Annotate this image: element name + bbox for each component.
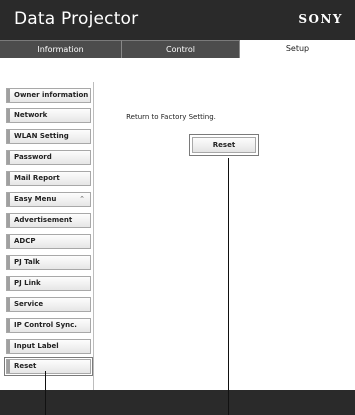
factory-setting-text: Return to Factory Setting.: [126, 113, 216, 121]
sidebar-item-adcp[interactable]: ADCP: [6, 234, 91, 249]
sidebar-item-ip-control-sync[interactable]: IP Control Sync.: [6, 318, 91, 333]
sidebar-item-owner-information[interactable]: Owner information: [6, 88, 91, 103]
callout-line-reset-button: [228, 158, 229, 415]
sidebar-item-label: WLAN Setting: [14, 132, 69, 140]
sidebar-item-password[interactable]: Password: [6, 150, 91, 165]
sidebar-item-reset[interactable]: Reset: [4, 357, 93, 376]
brand-logo: SONY: [298, 12, 343, 26]
app-frame: Data Projector SONY Information Control …: [0, 0, 355, 415]
sidebar: Owner information Network WLAN Setting P…: [2, 82, 94, 390]
sidebar-item-label: PJ Link: [14, 279, 41, 287]
sidebar-item-input-label[interactable]: Input Label: [6, 339, 91, 354]
sidebar-item-pj-link[interactable]: PJ Link: [6, 276, 91, 291]
app-title: Data Projector: [14, 9, 139, 29]
sidebar-item-service[interactable]: Service: [6, 297, 91, 312]
tab-bar: Information Control Setup: [0, 40, 355, 58]
sidebar-item-label: Owner information: [14, 91, 89, 99]
tab-information[interactable]: Information: [0, 40, 122, 58]
header-bar: Data Projector SONY: [0, 0, 355, 40]
sidebar-item-label: Password: [14, 153, 52, 161]
sidebar-item-label: Reset: [14, 362, 37, 370]
sidebar-item-label: Service: [14, 300, 44, 308]
sidebar-item-label: PJ Talk: [14, 258, 40, 266]
tab-setup[interactable]: Setup: [240, 40, 355, 58]
sidebar-item-advertisement[interactable]: Advertisement: [6, 213, 91, 228]
callout-line-sidebar-reset: [45, 371, 46, 415]
sidebar-item-label: Easy Menu: [14, 195, 57, 203]
sidebar-item-label: ADCP: [14, 237, 36, 245]
footer-bar: [0, 390, 355, 415]
sidebar-item-label: Network: [14, 111, 48, 119]
sidebar-item-pj-talk[interactable]: PJ Talk: [6, 255, 91, 270]
sidebar-item-wlan-setting[interactable]: WLAN Setting: [6, 129, 91, 144]
sidebar-item-label: Mail Report: [14, 174, 60, 182]
sidebar-item-label: Advertisement: [14, 216, 73, 224]
sidebar-item-network[interactable]: Network: [6, 108, 91, 123]
reset-button[interactable]: Reset: [189, 134, 259, 156]
tab-control[interactable]: Control: [122, 40, 240, 58]
sidebar-item-label: IP Control Sync.: [14, 321, 77, 329]
sidebar-item-mail-report[interactable]: Mail Report: [6, 171, 91, 186]
chevron-up-icon[interactable]: ⌃: [79, 193, 85, 206]
sidebar-item-easy-menu[interactable]: Easy Menu ⌃: [6, 192, 91, 207]
sidebar-item-label: Input Label: [14, 342, 59, 350]
